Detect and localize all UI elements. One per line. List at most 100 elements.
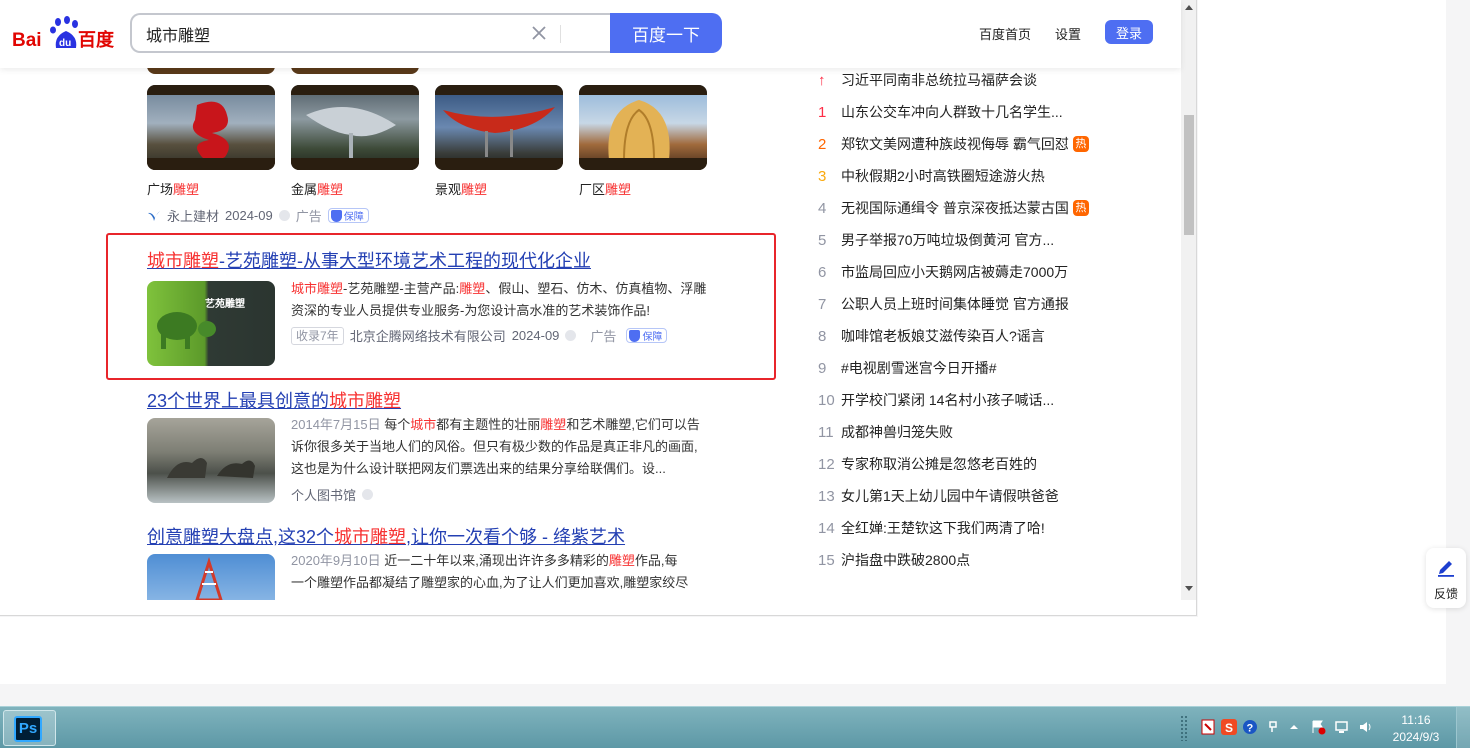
hot-list-item[interactable]: 14 全红婵:王楚钦这下我们两清了哈! (818, 518, 1045, 538)
hot-list-item[interactable]: 3 中秋假期2小时高铁圈短途游火热 (818, 166, 1045, 186)
hot-item-text: 沪指盘中跌破2800点 (841, 552, 971, 568)
hot-item-text: #电视剧雪迷宫今日开播# (841, 360, 997, 376)
hot-item-text: 中秋假期2小时高铁圈短途游火热 (841, 168, 1045, 184)
scroll-up-arrow-icon[interactable] (1185, 5, 1193, 10)
gallery-label[interactable]: 厂区雕塑 (579, 179, 631, 198)
hot-rank: 15 (818, 551, 835, 569)
gallery-image-factory[interactable] (579, 85, 707, 170)
hot-list-item[interactable]: 15 沪指盘中跌破2800点 (818, 550, 970, 570)
network-icon[interactable] (1334, 719, 1350, 735)
vertical-scrollbar[interactable] (1181, 0, 1196, 600)
login-button[interactable]: 登录 (1105, 20, 1153, 44)
hot-list-item[interactable]: 5 男子举报70万吨垃圾倒黄河 官方... (818, 230, 1054, 250)
ad-source[interactable]: 永上建材 (167, 206, 219, 225)
search-box (130, 13, 612, 53)
baidu-logo[interactable]: Bai du 百度 (12, 14, 116, 54)
hot-item-text: 全红婵:王楚钦这下我们两清了哈! (841, 520, 1045, 536)
scroll-thumb[interactable] (1184, 115, 1194, 235)
hot-list-item[interactable]: 4 无视国际通缉令 普京深夜抵达蒙古国热 (818, 198, 1089, 218)
shield-icon (330, 209, 342, 222)
result-title[interactable]: 23个世界上最具创意的城市雕塑 (147, 387, 401, 413)
ad-label: 广告 (295, 209, 322, 224)
taskbar-grip[interactable] (1180, 715, 1188, 741)
result-title[interactable]: 城市雕塑-艺苑雕塑-从事大型环境艺术工程的现代化企业 (147, 247, 591, 273)
more-icon[interactable] (278, 210, 290, 221)
hot-item-text: 咖啡馆老板娘艾滋传染百人?谣言 (841, 328, 1045, 344)
horse-sculpture-figure (167, 458, 255, 478)
ad-date: 2024-09 (225, 208, 273, 223)
volume-icon[interactable] (1358, 719, 1374, 735)
result-date: 2024-09 (511, 328, 560, 343)
hot-item-text: 成都神兽归笼失败 (841, 424, 953, 440)
feedback-button[interactable]: 反馈 (1426, 548, 1466, 608)
scroll-down-arrow-icon[interactable] (1185, 586, 1193, 591)
hot-rank: 14 (818, 519, 835, 537)
flag-alert-icon[interactable] (1310, 719, 1326, 735)
hot-item-text: 男子举报70万吨垃圾倒黄河 官方... (841, 232, 1055, 248)
result-thumbnail[interactable]: 艺苑雕塑 (147, 281, 275, 366)
pin-icon[interactable] (1266, 719, 1282, 735)
hot-rank: 11 (818, 423, 834, 441)
hot-item-text: 公职人员上班时间集体睡觉 官方通报 (841, 296, 1069, 312)
result-thumbnail[interactable] (147, 554, 275, 600)
gallery-image-square[interactable] (147, 85, 275, 170)
result-thumbnail[interactable] (147, 418, 275, 503)
sogou-input-icon[interactable]: S (1221, 719, 1237, 735)
hot-rank: 5 (818, 231, 827, 249)
indexed-tag: 收录7年 (291, 326, 344, 345)
help-icon[interactable]: ? (1242, 719, 1258, 735)
hot-rank: 8 (818, 327, 827, 345)
settings-link[interactable]: 设置 (1055, 24, 1081, 43)
hot-rank: 12 (818, 455, 835, 473)
hot-rank: 6 (818, 263, 827, 281)
gallery-label[interactable]: 金属雕塑 (291, 179, 343, 198)
more-icon[interactable] (565, 330, 577, 341)
hot-list-item[interactable]: 9 #电视剧雪迷宫今日开播# (818, 358, 997, 378)
gallery-label[interactable]: 景观雕塑 (435, 179, 487, 198)
feedback-label: 反馈 (1433, 587, 1458, 601)
system-clock[interactable]: 11:16 2024/9/3 (1388, 712, 1444, 746)
gallery-image-metal[interactable] (291, 85, 419, 170)
show-desktop-button[interactable] (1456, 707, 1470, 748)
hot-list-item[interactable]: 8 咖啡馆老板娘艾滋传染百人?谣言 (818, 326, 1045, 346)
hot-list-item[interactable]: 1 山东公交车冲向人群致十几名学生... (818, 102, 1063, 122)
chevron-up-icon[interactable] (1286, 719, 1302, 735)
taskbar-app-photoshop[interactable]: Ps (3, 710, 56, 746)
hot-list-item[interactable]: 12 专家称取消公摊是忽悠老百姓的 (818, 454, 1037, 474)
hot-list-item[interactable]: 11 成都神兽归笼失败 (818, 422, 953, 442)
ad-meta-row: 永上建材 2024-09 广告 保障 (147, 206, 369, 225)
home-link[interactable]: 百度首页 (979, 24, 1031, 43)
hot-list-item[interactable]: 7 公职人员上班时间集体睡觉 官方通报 (818, 294, 1069, 314)
hot-list-item[interactable]: 13 女儿第1天上幼儿园中午请假哄爸爸 (818, 486, 1059, 506)
more-icon[interactable] (362, 489, 374, 500)
hot-list-item[interactable]: 6 市监局回应小天鹅网店被薅走7000万 (818, 262, 1068, 282)
svg-text:S: S (1225, 721, 1233, 735)
result-source[interactable]: 北京企腾网络技术有限公司 (350, 326, 506, 345)
results-column: 广场雕塑 金属雕塑 景观雕塑 厂区雕塑 永上建材 2024-09 广告 保障 城… (0, 0, 800, 615)
page-lower-area (0, 617, 1446, 684)
gallery-label[interactable]: 广场雕塑 (147, 179, 199, 198)
hot-item-text: 山东公交车冲向人群致十几名学生... (841, 104, 1063, 120)
result-snippet: 2020年9月10日 近一二十年以来,涌现出许许多多精彩的雕塑作品,每 一个雕塑… (291, 553, 689, 590)
hot-item-text: 郑钦文美网遭种族歧视侮辱 霸气回怼 (841, 136, 1069, 152)
hot-rank: 1 (818, 103, 827, 121)
hot-rank: 13 (818, 487, 835, 505)
hot-rank: 4 (818, 199, 827, 217)
hot-list-item[interactable]: ↑ 习近平同南非总统拉马福萨会谈 (818, 70, 1037, 90)
search-button[interactable]: 百度一下 (610, 13, 722, 53)
document-icon[interactable] (1200, 719, 1216, 735)
result-title[interactable]: 创意雕塑大盘点,这32个城市雕塑,让你一次看个够 - 绛紫艺术 (147, 523, 625, 549)
topiary-figure (157, 312, 216, 349)
clear-icon[interactable] (530, 24, 548, 42)
result-source[interactable]: 个人图书馆 (291, 485, 356, 504)
hot-list-item[interactable]: 2 郑钦文美网遭种族歧视侮辱 霸气回怼热 (818, 134, 1089, 154)
shield-icon (629, 329, 641, 342)
guarantee-badge[interactable]: 保障 (327, 208, 369, 223)
hot-list-item[interactable]: 10 开学校门紧闭 14名村小孩子喊话... (818, 390, 1054, 410)
guarantee-badge[interactable]: 保障 (626, 328, 668, 343)
hot-rank: 3 (818, 167, 827, 185)
search-input[interactable] (146, 23, 526, 45)
logo-cn-text: 百度 (78, 29, 115, 51)
hot-rank: 7 (818, 295, 827, 313)
gallery-image-landscape[interactable] (435, 85, 563, 170)
